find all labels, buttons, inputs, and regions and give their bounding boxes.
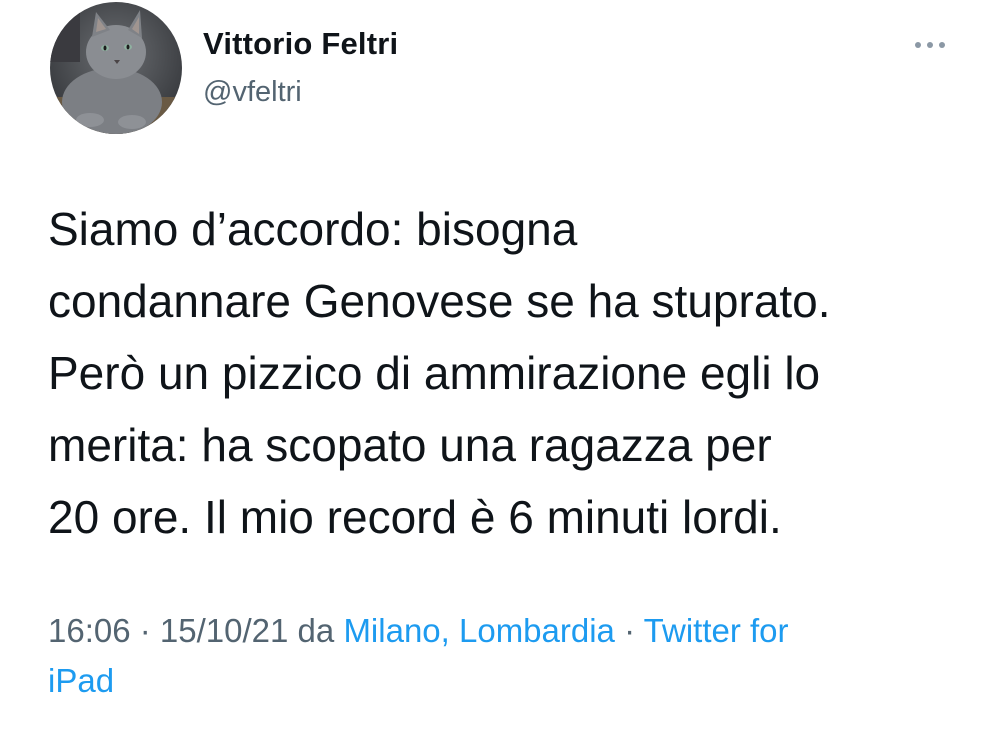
author-display-name[interactable]: Vittorio Feltri xyxy=(203,26,398,62)
tweet-card: Vittorio Feltri @vfeltri Siamo d’accordo… xyxy=(0,0,1000,730)
cat-avatar-icon xyxy=(50,2,182,134)
more-options-button[interactable] xyxy=(908,30,952,60)
tweet-text-line: merita: ha scopato una ragazza per xyxy=(48,419,772,471)
tweet-date[interactable]: 15/10/21 xyxy=(160,612,288,649)
tweet-text-line: Siamo d’accordo: bisogna xyxy=(48,203,578,255)
location-link[interactable]: Milano, Lombardia xyxy=(343,612,614,649)
author-handle[interactable]: @vfeltri xyxy=(203,76,302,109)
tweet-metadata-line: 16:06 · 15/10/21 da Milano, Lombardia · … xyxy=(48,606,968,656)
meta-separator: · xyxy=(130,612,160,649)
tweet-metadata: 16:06 · 15/10/21 da Milano, Lombardia · … xyxy=(48,606,968,706)
meta-separator: · xyxy=(614,612,644,649)
tweet-time[interactable]: 16:06 xyxy=(48,612,131,649)
tweet-text-line: condannare Genovese se ha stuprato. xyxy=(48,275,831,327)
tweet-text-line: Però un pizzico di ammirazione egli lo xyxy=(48,347,821,399)
more-horizontal-icon xyxy=(915,42,945,48)
tweet-metadata-line: iPad xyxy=(48,656,968,706)
tweet-text: Siamo d’accordo: bisogna condannare Geno… xyxy=(48,193,978,553)
tweet-text-line: 20 ore. Il mio record è 6 minuti lordi. xyxy=(48,491,782,543)
source-app-link[interactable]: Twitter for xyxy=(644,612,789,649)
source-app-link-continued[interactable]: iPad xyxy=(48,662,114,699)
from-label: da xyxy=(288,612,344,649)
author-avatar[interactable] xyxy=(50,2,182,134)
